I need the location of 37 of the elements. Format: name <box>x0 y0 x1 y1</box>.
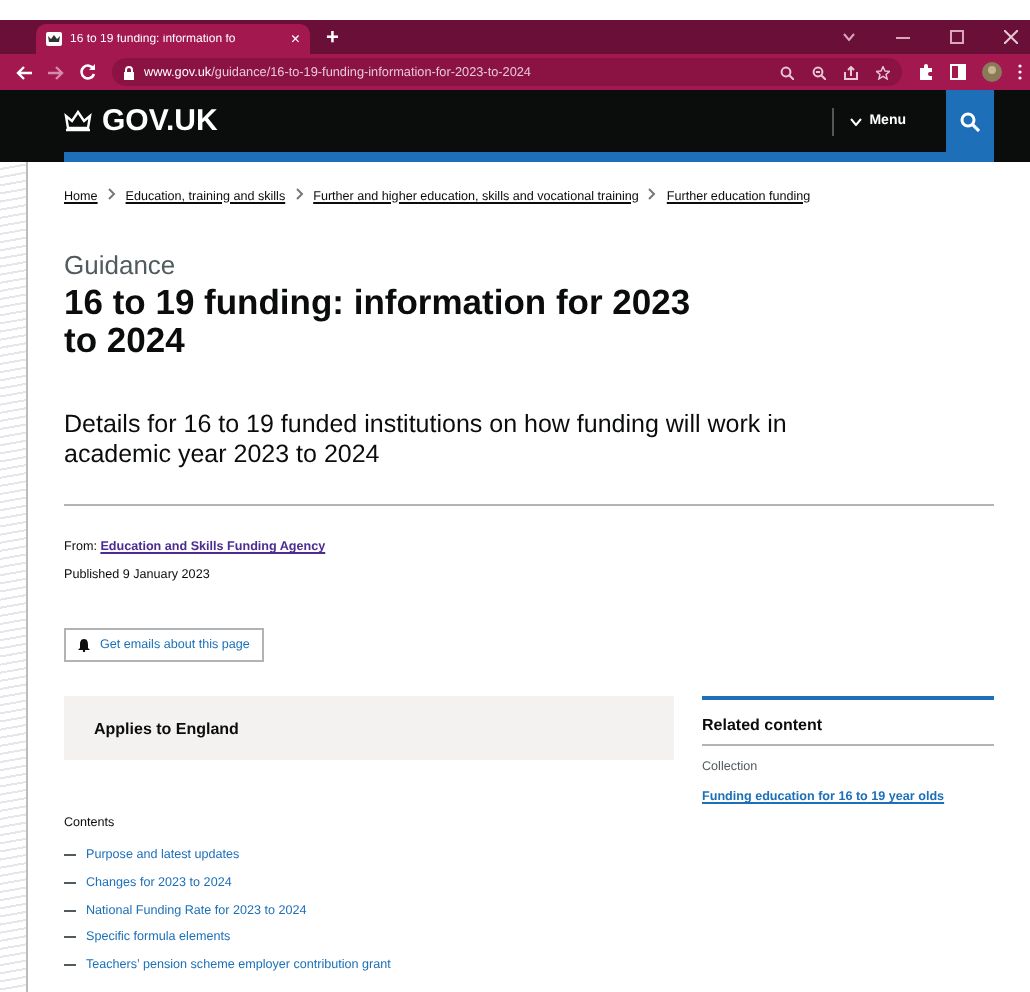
bell-icon <box>78 638 90 652</box>
forward-arrow-icon[interactable] <box>48 65 64 79</box>
search-icon[interactable] <box>780 65 794 79</box>
crown-icon <box>46 32 62 46</box>
search-icon <box>960 111 980 131</box>
reload-icon[interactable] <box>80 64 96 80</box>
dash-icon <box>64 909 76 912</box>
tab-close-button[interactable]: × <box>290 30 300 48</box>
chevron-right-icon <box>107 188 116 204</box>
close-icon[interactable] <box>1004 30 1018 44</box>
search-button[interactable] <box>946 90 994 152</box>
star-icon[interactable] <box>876 65 890 79</box>
chevron-down-icon[interactable] <box>842 32 856 42</box>
site-logo[interactable]: GOV.UK <box>102 104 218 138</box>
avatar-icon[interactable] <box>982 62 1002 82</box>
dash-icon <box>64 854 76 857</box>
page-title: 16 to 19 funding: information for 2023 to 2024 <box>64 284 693 360</box>
share-icon[interactable] <box>844 65 858 79</box>
lock-icon <box>124 65 134 79</box>
side-panel-icon[interactable] <box>950 64 966 80</box>
related-heading: Related content <box>702 700 994 746</box>
applies-panel: Applies to England <box>64 696 674 760</box>
minimize-icon[interactable] <box>896 32 910 42</box>
crown-icon <box>64 109 92 133</box>
new-tab-button[interactable]: + <box>326 24 339 54</box>
back-arrow-icon[interactable] <box>16 65 32 79</box>
chevron-right-icon <box>295 188 304 204</box>
dash-icon <box>64 882 76 885</box>
page-description: Details for 16 to 19 funded institutions on how funding will work in academic year 2023 to 2024 <box>64 410 789 470</box>
page-caption: Guidance <box>64 250 178 280</box>
dash-icon <box>64 964 76 967</box>
puzzle-icon[interactable] <box>918 64 934 80</box>
maximize-icon[interactable] <box>950 30 964 44</box>
chevron-right-icon <box>648 188 657 204</box>
zoom-icon[interactable] <box>812 65 826 79</box>
dash-icon <box>64 936 76 939</box>
chevron-down-icon <box>849 117 862 125</box>
